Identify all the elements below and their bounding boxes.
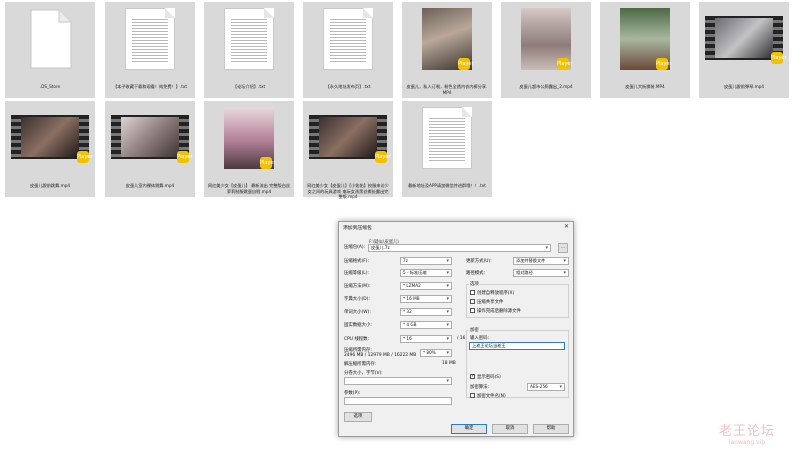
- memory-value: 2496 MB / 12979 MB / 16222 MB: [344, 353, 417, 358]
- blank-file-icon: [25, 8, 75, 70]
- format-label: 压缩格式(F):: [344, 259, 369, 264]
- file-video[interactable]: Player 皮蛋儿大街换装.MP4: [600, 2, 690, 98]
- file-name: 皮蛋儿室内裸体跳舞.mp4: [125, 183, 175, 188]
- text-file-icon: [224, 8, 274, 70]
- player-badge-icon: Player: [771, 52, 787, 64]
- path-mode-label: 路径模式:: [466, 271, 486, 276]
- solid-select[interactable]: * 4 GB: [400, 321, 452, 329]
- word-select[interactable]: * 32: [400, 308, 452, 316]
- show-password-label: 显示密码(S): [477, 375, 501, 380]
- split-label: 分卷大小，字节(V):: [344, 371, 383, 376]
- update-select[interactable]: 添加并替换文件: [513, 257, 569, 265]
- file-video[interactable]: Player 皮蛋儿超市公厕露出_2.mp4: [501, 2, 591, 98]
- file-name: 【本子收藏下载和观看！纯免费！】.txt: [112, 84, 188, 89]
- file-txt[interactable]: 【永久地址发布页】.txt: [303, 2, 393, 98]
- text-file-icon: [323, 8, 373, 70]
- file-ds-store[interactable]: .DS_Store: [5, 2, 95, 98]
- file-name: 皮蛋儿超市公厕露出_2.mp4: [519, 84, 573, 89]
- method-select[interactable]: * LZMA2: [400, 282, 452, 290]
- player-badge-icon: Player: [77, 151, 93, 163]
- format-select[interactable]: 7z: [400, 257, 452, 265]
- file-video[interactable]: Player 网红美少女【皮蛋儿】【小佑佑】校服来访少女之间的玩具游戏 电玩女孩…: [303, 101, 393, 199]
- player-badge-icon: Player: [375, 151, 391, 163]
- params-field[interactable]: [344, 397, 452, 405]
- dict-label: 字典大小(D):: [344, 297, 370, 302]
- method-label: 压缩方法(M):: [344, 284, 371, 289]
- file-txt[interactable]: 【论坛介绍】.txt: [204, 2, 294, 98]
- encrypt-names-checkbox[interactable]: [470, 393, 475, 398]
- shared-files-label: 压缩共享文件: [477, 300, 504, 305]
- close-icon[interactable]: ✕: [564, 223, 569, 230]
- archive-label: 压缩包(A):: [344, 245, 366, 250]
- player-badge-icon: Player: [458, 58, 474, 70]
- file-txt[interactable]: 【本子收藏下载和观看！纯免费！】.txt: [105, 2, 195, 98]
- player-badge-icon: Player: [177, 151, 193, 163]
- file-name: .DS_Store: [39, 84, 61, 89]
- text-file-icon: [125, 8, 175, 70]
- path-mode-select[interactable]: 相对路径: [513, 269, 569, 277]
- decomp-value: 18 MB: [442, 361, 456, 366]
- player-badge-icon: Player: [260, 157, 276, 169]
- delete-after-checkbox[interactable]: [470, 308, 475, 313]
- level-label: 压缩等级(L):: [344, 271, 369, 276]
- file-name: 【永久地址发布页】.txt: [325, 84, 371, 89]
- cpu-label: CPU 线程数:: [344, 337, 369, 342]
- split-select[interactable]: [344, 377, 452, 385]
- player-badge-icon: Player: [656, 58, 672, 70]
- file-name: 皮蛋儿跟前弹琴.mp4: [723, 84, 765, 89]
- decomp-label: 解压缩所需内存:: [344, 362, 377, 367]
- file-name: 皮蛋儿，私人订制，粉色全透内衣内裤分享.MP4: [406, 84, 488, 95]
- watermark: 老王论坛 laowang.vip: [702, 420, 792, 446]
- archive-name-field[interactable]: 皮蛋儿.7z: [368, 244, 551, 252]
- file-video[interactable]: Player 皮蛋儿室内裸体跳舞.mp4: [105, 101, 195, 197]
- file-txt[interactable]: 最新地址及APP请加微信并进群哦！！.txt: [402, 101, 492, 197]
- cpu-total: / 16: [457, 336, 466, 341]
- file-name: 皮蛋儿跟前跳舞.mp4: [29, 183, 71, 188]
- update-label: 更新方式(U):: [466, 259, 492, 264]
- options-group-title: 选项: [469, 281, 480, 287]
- sfx-checkbox[interactable]: [470, 290, 475, 295]
- delete-after-label: 操作完成后删除源文件: [477, 309, 521, 314]
- add-to-archive-dialog: 添加到压缩包 ✕ 压缩包(A): F:\疑似\皮蛋儿\ 皮蛋儿.7z ... 压…: [338, 221, 574, 437]
- file-explorer: { "files": [ {"name": ".DS_Store"}, {"na…: [0, 0, 800, 458]
- file-name: 皮蛋儿大街换装.MP4: [625, 84, 665, 89]
- params-label: 参数(P):: [344, 391, 361, 396]
- file-name: 网红美少女【皮蛋儿】【小佑佑】校服来访少女之间的玩具游戏 电玩女孩黑丝撕扯露出完…: [307, 183, 389, 199]
- encryption-method-select[interactable]: AES-256: [527, 383, 565, 391]
- dialog-title: 添加到压缩包: [343, 226, 372, 231]
- password-label: 输入密码:: [470, 336, 490, 341]
- file-video[interactable]: Player 皮蛋儿跟前跳舞.mp4: [5, 101, 95, 197]
- file-name: 最新地址及APP请加微信并进群哦！！.txt: [408, 183, 486, 188]
- file-name: 网红美少女【皮蛋儿】 最新流出 完整版白丝萝莉制服跳蛋自慰.mp4: [207, 183, 291, 194]
- encryption-method-label: 加密算法:: [470, 385, 490, 390]
- solid-label: 固实数据大小:: [344, 323, 372, 328]
- text-file-icon: [422, 107, 472, 169]
- sfx-label: 创建自释放程序(X): [477, 291, 515, 296]
- cancel-button[interactable]: 取消: [492, 424, 528, 434]
- file-video[interactable]: Player 皮蛋儿跟前弹琴.mp4: [699, 2, 789, 98]
- browse-button[interactable]: ...: [558, 243, 568, 253]
- file-name: 【论坛介绍】.txt: [232, 84, 266, 89]
- show-password-checkbox[interactable]: [470, 373, 475, 379]
- ok-button[interactable]: 确定: [451, 424, 487, 434]
- shared-files-checkbox[interactable]: [470, 299, 475, 304]
- encrypt-names-label: 加密文件名(N): [477, 394, 506, 399]
- watermark-url: laowang.vip: [728, 439, 766, 446]
- cpu-select[interactable]: * 16: [400, 335, 452, 343]
- dict-select[interactable]: * 16 MB: [400, 295, 452, 303]
- options-button[interactable]: 选项: [344, 412, 372, 422]
- file-video[interactable]: Player 皮蛋儿，私人订制，粉色全透内衣内裤分享.MP4: [402, 2, 492, 98]
- level-select[interactable]: 5 - 标准压缩: [400, 269, 452, 277]
- watermark-title: 老王论坛: [718, 424, 775, 439]
- file-video[interactable]: Player 网红美少女【皮蛋儿】 最新流出 完整版白丝萝莉制服跳蛋自慰.mp4: [204, 101, 294, 197]
- password-input[interactable]: 上老王论坛当老王: [469, 342, 565, 350]
- player-badge-icon: Player: [557, 58, 573, 70]
- word-label: 单词大小(W):: [344, 310, 371, 315]
- help-button[interactable]: 帮助: [533, 424, 569, 434]
- encryption-group-title: 加密: [469, 327, 480, 333]
- memory-percent-select[interactable]: * 80%: [420, 349, 452, 357]
